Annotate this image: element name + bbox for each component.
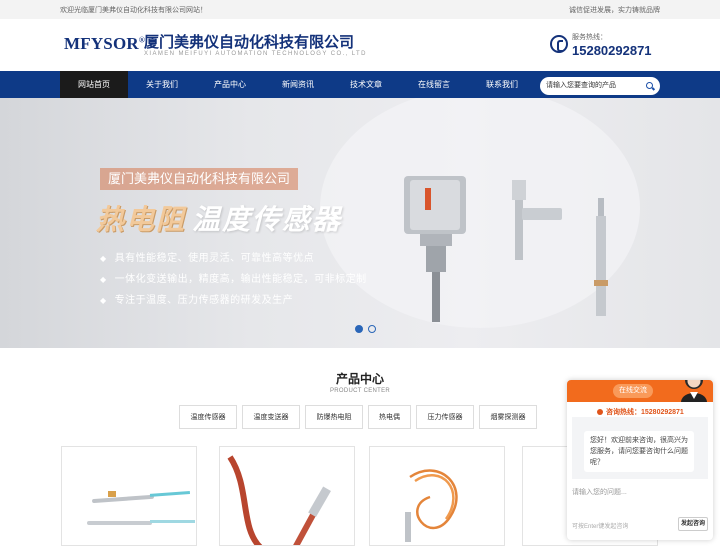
search-input[interactable]: 请输入您要查询的产品 <box>540 77 660 95</box>
chat-header-label: 在线交流 <box>613 384 653 398</box>
product-card[interactable] <box>369 446 505 546</box>
nav-item-articles[interactable]: 技术文章 <box>332 71 400 99</box>
product-image <box>87 491 195 525</box>
banner-bullet: 专注于温度、压力传感器的研发及生产 <box>100 291 293 306</box>
top-bar: 欢迎光临厦门美弗仪自动化科技有限公司网站！ 诚信促进发展，实力铸就品牌 <box>0 0 720 19</box>
nav-item-message[interactable]: 在线留言 <box>400 71 468 99</box>
hotline-label: 服务热线： <box>572 34 607 41</box>
category-tab[interactable]: 温度变送器 <box>242 405 300 429</box>
logo-mark: MFYSOR® <box>64 34 146 53</box>
agent-avatar <box>681 380 707 402</box>
main-nav: 网站首页 关于我们 产品中心 新闻资讯 技术文章 在线留言 联系我们 请输入您要… <box>0 71 720 99</box>
nav-item-news[interactable]: 新闻资讯 <box>264 71 332 99</box>
product-card[interactable] <box>219 446 355 546</box>
chat-hint: 可按Enter键发起咨询 <box>572 524 629 530</box>
search-placeholder: 请输入您要查询的产品 <box>546 82 616 89</box>
company-name-en: XIAMEN MEIFUYI AUTOMATION TECHNOLOGY CO.… <box>144 51 367 57</box>
chat-hotline: 咨询热线：15280292871 <box>597 407 684 417</box>
banner-company-tag: 厦门美弗仪自动化科技有限公司 <box>100 168 299 190</box>
slogan-text: 诚信促进发展，实力铸就品牌 <box>569 7 660 14</box>
hero-banner: 厦门美弗仪自动化科技有限公司 热电阻 温度传感器 具有性能稳定、使用灵活、可靠性… <box>0 98 720 348</box>
service-hotline: 服务热线： 15280292871 <box>550 32 660 62</box>
product-card[interactable] <box>61 446 197 546</box>
category-tab[interactable]: 压力传感器 <box>416 405 474 429</box>
slide-dot-2[interactable] <box>368 325 376 333</box>
category-tab[interactable]: 烟雾探测器 <box>479 405 537 429</box>
nav-item-contact[interactable]: 联系我们 <box>468 71 536 99</box>
banner-bullet: 具有性能稳定、使用灵活、可靠性高等优点 <box>100 249 314 264</box>
phone-icon <box>550 35 568 53</box>
product-image <box>227 455 331 545</box>
company-name-cn: 厦门美弗仪自动化科技有限公司 <box>144 34 355 51</box>
nav-item-products[interactable]: 产品中心 <box>196 71 264 99</box>
category-tab[interactable]: 防爆热电阻 <box>305 405 363 429</box>
category-tab[interactable]: 热电偶 <box>368 405 411 429</box>
slide-dot-1[interactable] <box>355 325 363 333</box>
welcome-text: 欢迎光临厦门美弗仪自动化科技有限公司网站！ <box>60 7 207 14</box>
chat-send-button[interactable]: 发起咨询 <box>678 517 708 531</box>
site-header: MFYSOR® 厦门美弗仪自动化科技有限公司 XIAMEN MEIFUYI AU… <box>0 19 720 71</box>
hotline-number: 15280292871 <box>572 43 652 58</box>
nav-item-about[interactable]: 关于我们 <box>128 71 196 99</box>
banner-headline-b: 温度传感器 <box>192 204 343 235</box>
banner-bullet: 一体化变送输出，精度高，输出性能稳定，可非标定制 <box>100 270 367 285</box>
nav-item-home[interactable]: 网站首页 <box>60 71 128 99</box>
product-image <box>405 469 458 542</box>
category-tab[interactable]: 温度传感器 <box>179 405 237 429</box>
chat-message-area: 您好！欢迎前来咨询，很高兴为您服务，请问您要咨询什么问题呢？ <box>572 417 708 479</box>
online-chat-widget: 在线交流 咨询热线：15280292871 您好！欢迎前来咨询，很高兴为您服务，… <box>567 380 713 540</box>
chat-greeting-bubble: 您好！欢迎前来咨询，很高兴为您服务，请问您要咨询什么问题呢？ <box>584 431 694 472</box>
chat-input[interactable]: 请输入您的问题... <box>572 487 627 497</box>
search-icon[interactable] <box>646 82 653 89</box>
banner-headline-a: 热电阻 <box>96 204 187 235</box>
